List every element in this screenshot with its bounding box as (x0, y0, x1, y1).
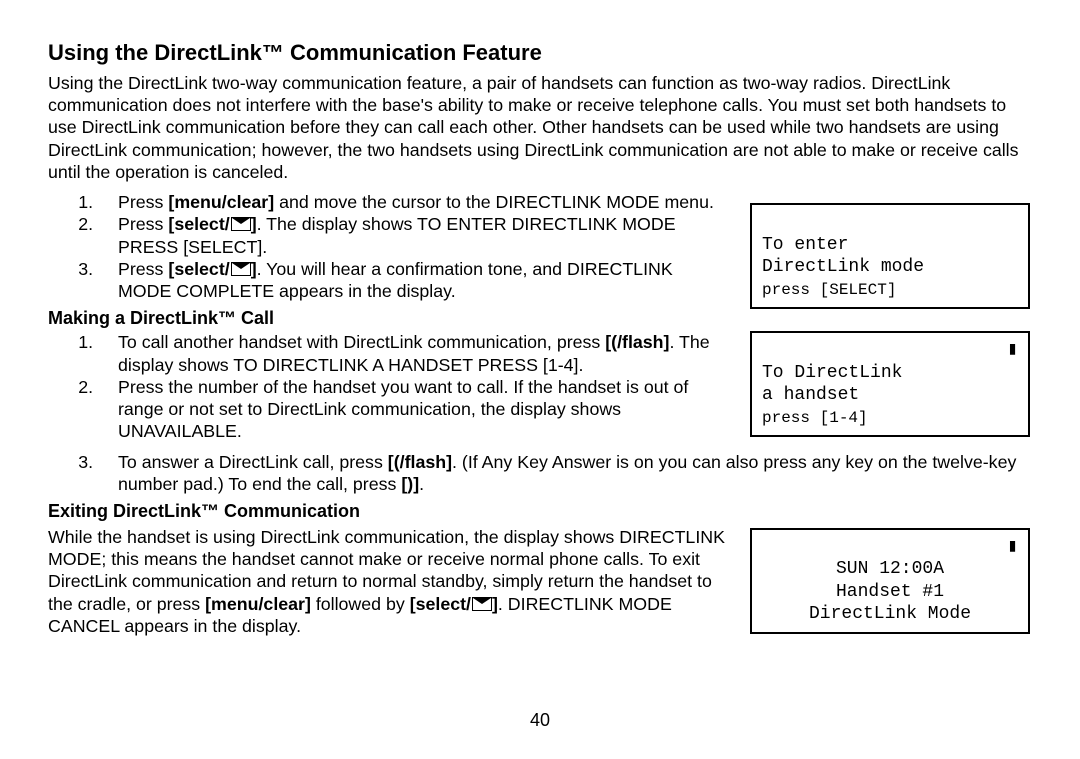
step-b1: To call another handset with DirectLink … (98, 331, 728, 375)
steps-enter: Press [menu/clear] and move the cursor t… (48, 191, 728, 302)
page-title: Using the DirectLink™ Communication Feat… (48, 40, 1032, 66)
battery-icon: ▮ (1007, 339, 1018, 362)
subheading-making-call: Making a DirectLink™ Call (48, 308, 728, 329)
talk-icon: ( (611, 331, 617, 353)
exit-paragraph: While the handset is using DirectLink co… (48, 526, 728, 637)
section-exiting: While the handset is using DirectLink co… (48, 524, 1032, 637)
steps-making-call-cont: To answer a DirectLink call, press [(/fl… (48, 451, 1032, 495)
step-b3: To answer a DirectLink call, press [(/fl… (98, 451, 1032, 495)
lcd-screens-column: To enter DirectLink mode press [SELECT] … (750, 189, 1030, 437)
page-number: 40 (0, 710, 1080, 731)
manual-page: Using the DirectLink™ Communication Feat… (0, 0, 1080, 759)
step-2: Press [select/]. The display shows TO EN… (98, 213, 728, 257)
intro-paragraph: Using the DirectLink two-way communicati… (48, 72, 1032, 183)
envelope-icon (472, 597, 492, 611)
lcd-screen-3: SUN 12:00A▮ Handset #1 DirectLink Mode (750, 528, 1030, 634)
step-3: Press [select/]. You will hear a confirm… (98, 258, 728, 302)
battery-icon: ▮ (1007, 536, 1018, 559)
step-b2: Press the number of the handset you want… (98, 376, 728, 443)
end-icon: ) (407, 473, 413, 495)
envelope-icon (231, 262, 251, 276)
envelope-icon (231, 217, 251, 231)
steps-making-call: To call another handset with DirectLink … (48, 331, 728, 442)
talk-icon: ( (394, 451, 400, 473)
step-1: Press [menu/clear] and move the cursor t… (98, 191, 728, 213)
lcd-screen-1: To enter DirectLink mode press [SELECT] (750, 203, 1030, 309)
section-enter-directlink: Press [menu/clear] and move the cursor t… (48, 189, 1032, 448)
subheading-exiting: Exiting DirectLink™ Communication (48, 501, 1032, 522)
lcd-screen-2: To DirectLink▮ a handset press [1-4] (750, 331, 1030, 437)
